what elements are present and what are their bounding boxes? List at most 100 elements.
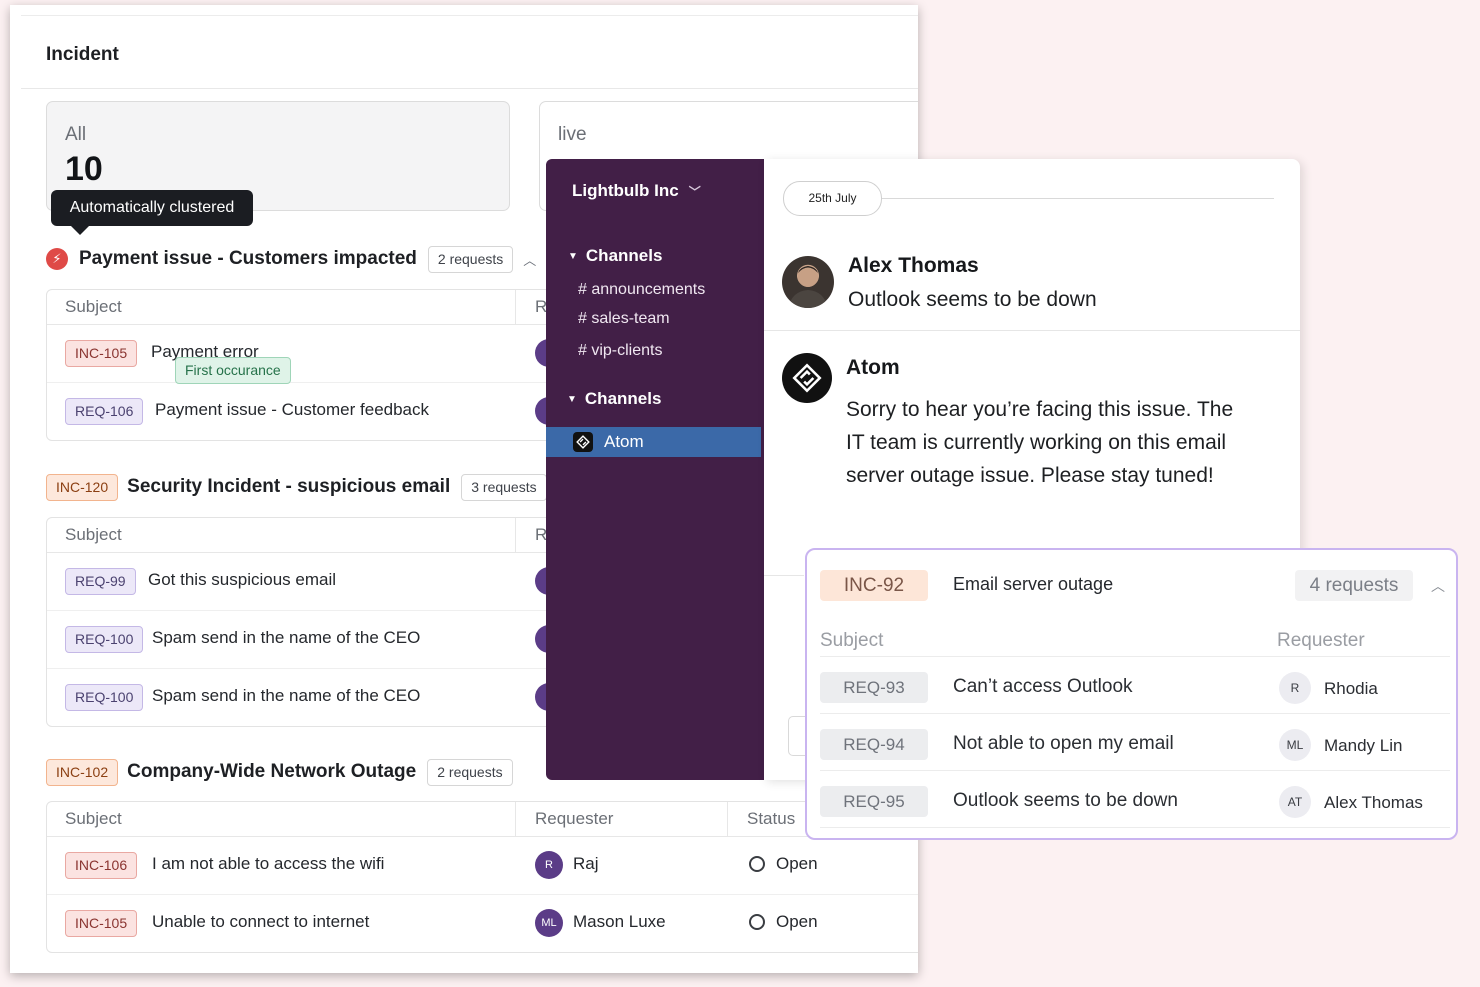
avatar: R — [1279, 672, 1311, 704]
row-subject: Spam send in the name of the CEO — [152, 628, 421, 647]
workspace-switcher[interactable]: Lightbulb Inc ﹀ — [572, 181, 701, 201]
sidebar-section-apps[interactable]: ▼ Channels — [567, 389, 661, 409]
row-subject: Outlook seems to be down — [953, 790, 1178, 811]
avatar: AT — [1279, 786, 1311, 818]
group-title: Security Incident - suspicious email — [127, 476, 451, 497]
group-table-network: Subject Requester Status INC-106 I am no… — [46, 801, 918, 953]
incident-tag: INC-120 — [46, 473, 119, 501]
table-row[interactable]: INC-105 Unable to connect to internet ML… — [47, 895, 918, 952]
group-header-security[interactable]: INC-120 Security Incident - suspicious e… — [46, 472, 547, 502]
ticket-tag: REQ-100 — [65, 626, 144, 653]
divider — [764, 575, 804, 576]
sidebar-item-sales-team[interactable]: # sales-team — [578, 310, 670, 328]
slack-sidebar: Lightbulb Inc ﹀ ▼ Channels # announcemen… — [546, 159, 764, 780]
chevron-up-icon[interactable]: ︿ — [523, 250, 536, 269]
incident-header: Incident — [21, 15, 918, 89]
row-subject: Payment error First occurance — [151, 342, 291, 384]
stat-value-all: 10 — [65, 150, 103, 188]
column-divider — [727, 802, 728, 836]
incident-title: Email server outage — [953, 574, 1114, 594]
section-label: Channels — [585, 246, 663, 265]
group-header-network[interactable]: INC-102 Company-Wide Network Outage 2 re… — [46, 757, 513, 787]
message-author: Atom — [846, 356, 900, 379]
ticket-tag: REQ-93 — [820, 672, 928, 703]
incident-tag: INC-102 — [46, 758, 119, 786]
column-header-subject: Subject — [65, 297, 122, 316]
column-header-status: Status — [747, 809, 796, 828]
row-subject: Got this suspicious email — [148, 570, 337, 589]
page-title: Incident — [46, 44, 119, 65]
column-header-subject: Subject — [820, 630, 884, 651]
group-title: Company-Wide Network Outage — [127, 761, 417, 782]
ticket-tag: INC-105 — [65, 910, 138, 937]
message-text: Sorry to hear you’re facing this issue. … — [846, 393, 1233, 492]
date-divider-line — [882, 198, 1274, 199]
ticket-tag: REQ-94 — [820, 729, 928, 760]
message-divider — [764, 330, 1300, 331]
ticket-tag: INC-106 — [65, 852, 138, 879]
requester-name: Mason Luxe — [573, 912, 666, 931]
sidebar-section-channels[interactable]: ▼ Channels — [568, 246, 662, 266]
requester-name: Raj — [573, 854, 599, 873]
first-occurrence-badge: First occurance — [175, 357, 291, 384]
requester-name: Alex Thomas — [1324, 793, 1423, 812]
ticket-tag: REQ-100 — [65, 684, 144, 711]
chevron-down-icon: ﹀ — [688, 184, 701, 199]
message-line: IT team is currently working on this ema… — [846, 431, 1227, 454]
status-text: Open — [776, 854, 818, 873]
status-cell[interactable]: Open — [749, 854, 818, 874]
status-cell[interactable]: Open — [749, 912, 818, 932]
caret-down-icon: ▼ — [567, 393, 577, 405]
radio-icon — [749, 914, 765, 930]
column-divider — [515, 802, 516, 836]
incident-tag: INC-92 — [820, 570, 928, 601]
avatar: ML — [1279, 729, 1311, 761]
column-header-subject: Subject — [65, 809, 122, 828]
tooltip-automatically-clustered: Automatically clustered — [51, 190, 253, 235]
column-header-requester: Requester — [535, 809, 614, 828]
ticket-tag: INC-105 — [65, 340, 138, 367]
request-count-badge: 2 requests — [427, 245, 514, 273]
chevron-up-icon[interactable]: ︿ — [1431, 576, 1445, 596]
divider — [820, 656, 1450, 657]
ticket-tag: REQ-99 — [65, 568, 136, 595]
sidebar-item-atom[interactable]: Atom — [546, 427, 761, 457]
bolt-icon: ⚡ — [46, 248, 68, 270]
message-line: Sorry to hear you’re facing this issue. … — [846, 398, 1234, 421]
avatar: ML — [535, 909, 563, 937]
requester-name: Rhodia — [1324, 679, 1378, 698]
row-subject: Unable to connect to internet — [152, 912, 370, 931]
group-title: Payment issue - Customers impacted — [79, 248, 417, 269]
avatar — [782, 256, 834, 308]
message-text: Outlook seems to be down — [848, 288, 1097, 311]
date-divider-pill[interactable]: 25th July — [783, 181, 882, 216]
sidebar-item-announcements[interactable]: # announcements — [578, 281, 705, 299]
divider — [820, 770, 1450, 771]
section-label: Channels — [584, 389, 662, 408]
avatar: R — [535, 851, 563, 879]
divider — [820, 713, 1450, 714]
stat-label-live: live — [558, 124, 587, 145]
requester-name: Mandy Lin — [1324, 736, 1403, 755]
divider — [820, 827, 1450, 828]
row-subject: Not able to open my email — [953, 733, 1174, 754]
stat-label-all: All — [65, 124, 87, 145]
atom-logo-icon — [782, 353, 832, 403]
group-header-payment[interactable]: ⚡ Payment issue - Customers impacted 2 r… — [46, 244, 536, 274]
message-author: Alex Thomas — [848, 254, 979, 277]
row-subject: Payment issue - Customer feedback — [155, 400, 430, 419]
row-subject: I am not able to access the wifi — [152, 854, 385, 873]
radio-icon — [749, 856, 765, 872]
row-subject: Spam send in the name of the CEO — [152, 686, 421, 705]
atom-logo-icon — [573, 432, 593, 452]
table-header: Subject Requester Status — [47, 802, 918, 837]
request-count-badge: 3 requests — [461, 473, 547, 501]
sidebar-item-label: Atom — [604, 432, 644, 451]
status-text: Open — [776, 912, 818, 931]
column-header-requester: Requester — [1277, 630, 1365, 651]
ticket-tag: REQ-95 — [820, 786, 928, 817]
column-divider — [515, 518, 516, 552]
table-row[interactable]: INC-106 I am not able to access the wifi… — [47, 837, 918, 895]
sidebar-item-vip-clients[interactable]: # vip-clients — [578, 342, 662, 360]
request-count-badge: 2 requests — [427, 758, 513, 786]
